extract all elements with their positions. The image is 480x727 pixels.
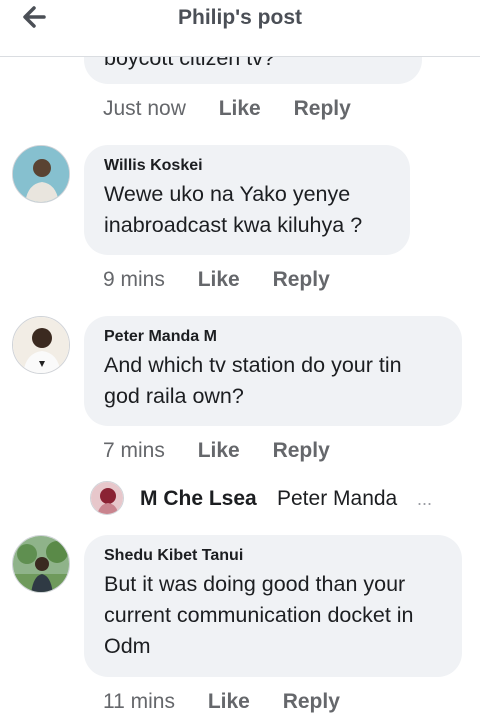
reply-snippet: Peter Manda: [277, 487, 398, 510]
avatar[interactable]: [12, 145, 70, 203]
avatar[interactable]: [12, 535, 70, 593]
comment-text: Wewe uko na Yako yenye inabroadcast kwa …: [104, 182, 363, 237]
reply-button[interactable]: Reply: [273, 439, 330, 463]
user-photo-icon: [91, 482, 123, 514]
top-bar: Philip's post: [0, 0, 480, 57]
user-photo-icon: [13, 536, 69, 592]
comment-time: 7 mins: [103, 439, 165, 462]
comment-bubble: Shedu Kibet Tanui But it was doing good …: [84, 535, 462, 677]
comment-meta: Just now Like Reply: [103, 97, 351, 121]
reply-button[interactable]: Reply: [283, 690, 340, 714]
comment-meta: 7 mins Like Reply: [103, 439, 330, 463]
user-photo-icon: [13, 146, 69, 202]
avatar[interactable]: [12, 316, 70, 374]
comment-text: And which tv station do your tin god rai…: [104, 353, 402, 408]
like-button[interactable]: Like: [198, 268, 240, 292]
comment-time: Just now: [103, 97, 186, 120]
like-button[interactable]: Like: [208, 690, 250, 714]
reply-author[interactable]: M Che Lsea: [140, 487, 257, 511]
reply-button[interactable]: Reply: [294, 97, 351, 121]
comment-author[interactable]: Willis Koskei: [104, 157, 390, 175]
comment-time: 11 mins: [103, 690, 175, 713]
comment-meta: 9 mins Like Reply: [103, 268, 330, 292]
truncation-ellipsis: ...: [417, 489, 433, 509]
reply-preview[interactable]: M Che Lsea Peter Manda ...: [90, 481, 470, 517]
comment-bubble: Willis Koskei Wewe uko na Yako yenye ina…: [84, 145, 410, 255]
comment-author[interactable]: Shedu Kibet Tanui: [104, 547, 442, 565]
user-photo-icon: [13, 317, 69, 373]
comment-bubble: Peter Manda M And which tv station do yo…: [84, 316, 462, 426]
like-button[interactable]: Like: [198, 439, 240, 463]
comment-author[interactable]: Peter Manda M: [104, 328, 442, 346]
page-title: Philip's post: [177, 6, 302, 29]
comment-meta: 11 mins Like Reply: [103, 690, 340, 714]
comment-time: 9 mins: [103, 268, 165, 291]
like-button[interactable]: Like: [219, 97, 261, 121]
comment-text: But it was doing good than your current …: [104, 572, 414, 658]
avatar[interactable]: [90, 481, 124, 515]
reply-button[interactable]: Reply: [273, 268, 330, 292]
